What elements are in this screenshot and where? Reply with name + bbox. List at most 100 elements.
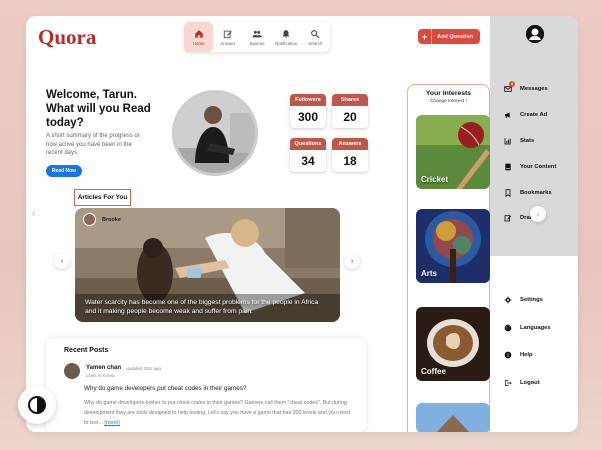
- sidebar-label: Bookmarks: [520, 190, 552, 196]
- account-icon[interactable]: [526, 25, 544, 43]
- sidebar-item-help[interactable]: Help: [504, 351, 533, 359]
- quora-logo[interactable]: Quora: [38, 25, 96, 50]
- sidebar-label: Settings: [520, 297, 543, 303]
- sidebar-label: Stats: [520, 138, 535, 144]
- sidebar-item-bookmarks[interactable]: Bookmarks: [504, 189, 552, 197]
- sidebar-label: Your Content: [520, 164, 557, 170]
- article-text: Water scarcity has become one of the big…: [85, 299, 319, 315]
- nav-label: Answer: [220, 40, 236, 46]
- nav-label: Notification: [275, 40, 298, 46]
- recent-posts-card: Recent Posts Yamen chan updated 20m ago …: [46, 338, 366, 432]
- edit-icon: [504, 215, 511, 222]
- stat-label: Questions: [290, 138, 326, 150]
- nav-answer[interactable]: Answer: [213, 22, 242, 52]
- mail-icon: 4: [504, 81, 520, 93]
- sidebar-item-logout[interactable]: Logout: [504, 379, 540, 387]
- article-card[interactable]: Brooke Water scarcity has become one of …: [75, 208, 340, 322]
- stat-followers[interactable]: Followers 300: [290, 94, 326, 128]
- interest-label: Coffee: [421, 367, 446, 376]
- interest-image: [416, 403, 490, 432]
- stat-questions[interactable]: Questions 34: [290, 138, 326, 172]
- book-icon: [505, 163, 511, 171]
- nav-notification[interactable]: Notification: [272, 22, 301, 52]
- nav-home[interactable]: Home: [184, 22, 214, 52]
- plus-icon: +: [418, 29, 432, 44]
- nav-label: Spaces: [249, 40, 265, 46]
- people-icon: [252, 30, 262, 37]
- stat-label: Answers: [332, 138, 368, 150]
- stat-label: Followers: [290, 94, 326, 106]
- search-icon: [311, 29, 320, 38]
- stat-value: 20: [343, 110, 357, 124]
- app-window: Quora Home Answer Spaces Notification Se…: [26, 16, 578, 432]
- interest-label: Cricket: [421, 175, 449, 184]
- post-body-text: Why do game developers bother to put che…: [84, 400, 351, 426]
- change-interest-link[interactable]: Change Interest ›: [408, 99, 489, 104]
- sidebar-label: Messages: [520, 86, 548, 92]
- add-question-label: Add Question: [437, 33, 474, 40]
- info-icon: [504, 351, 512, 359]
- nav-spaces[interactable]: Spaces: [242, 22, 271, 52]
- interest-cricket[interactable]: Cricket: [416, 115, 490, 189]
- top-nav: Home Answer Spaces Notification Search: [184, 22, 330, 52]
- theme-toggle-button[interactable]: [18, 386, 56, 424]
- interest-label: Arts: [421, 269, 438, 278]
- logout-icon: [505, 380, 512, 386]
- author-name: Brooke: [102, 216, 121, 223]
- sidebar-item-languages[interactable]: Languages: [504, 324, 551, 332]
- nav-search[interactable]: Search: [301, 22, 330, 52]
- stat-answers[interactable]: Answers 18: [332, 138, 368, 172]
- post-question[interactable]: Why do game developers put cheat codes i…: [84, 385, 246, 392]
- post-author[interactable]: Yamen chan: [86, 365, 121, 371]
- nav-label: Home: [192, 40, 205, 46]
- sidebar-item-messages[interactable]: 4 Messages: [504, 81, 548, 93]
- avatar[interactable]: [64, 363, 80, 379]
- welcome-heading: Welcome, Tarun. What will you Read today…: [46, 89, 151, 129]
- sidebar: 4 Messages Create Ad Stats Your Content …: [490, 16, 578, 432]
- carousel-next-button[interactable]: ›: [344, 253, 360, 269]
- carousel-prev-button[interactable]: ‹: [54, 253, 70, 269]
- home-icon: [194, 29, 203, 38]
- profile-photo: [172, 90, 258, 176]
- post-body: Why do game developers bother to put che…: [84, 398, 354, 428]
- interest-coffee[interactable]: Coffee: [416, 307, 490, 381]
- avatar: [83, 213, 96, 226]
- articles-heading: Articles For You: [74, 189, 131, 206]
- change-interest-label: Change Interest: [429, 99, 465, 104]
- sidebar-label: Languages: [520, 325, 551, 331]
- sidebar-next-button[interactable]: ›: [530, 206, 546, 222]
- interest-arts[interactable]: Arts: [416, 209, 490, 283]
- interest-card-partial[interactable]: [416, 403, 490, 432]
- sidebar-item-your-content[interactable]: Your Content: [504, 163, 556, 171]
- stat-label: Shares: [332, 94, 368, 106]
- interests-heading: Your Interests: [425, 90, 472, 97]
- gear-icon: [504, 296, 512, 304]
- message-badge: 4: [509, 81, 515, 87]
- add-question-button[interactable]: + Add Question: [418, 29, 480, 44]
- contrast-icon: [28, 396, 46, 414]
- stat-value: 34: [301, 154, 315, 168]
- stat-value: 18: [343, 154, 357, 168]
- more-link[interactable]: (more): [104, 420, 120, 426]
- sidebar-label: Create Ad: [520, 112, 548, 118]
- sidebar-item-settings[interactable]: Settings: [504, 296, 543, 304]
- sidebar-label: Help: [520, 352, 533, 358]
- chevron-right-icon: ›: [465, 99, 468, 104]
- sidebar-label: Logout: [520, 380, 540, 386]
- sidebar-item-stats[interactable]: Stats: [504, 137, 534, 145]
- stat-shares[interactable]: Shares 20: [332, 94, 368, 128]
- article-author[interactable]: Brooke: [83, 213, 121, 226]
- globe-icon: [504, 324, 512, 332]
- chevron-left-icon[interactable]: ‹: [32, 208, 35, 219]
- post-updated: updated 20m ago: [126, 366, 162, 371]
- stat-value: 300: [297, 110, 319, 124]
- bar-chart-icon: [504, 138, 511, 145]
- sidebar-item-create-ad[interactable]: Create Ad: [504, 111, 547, 119]
- welcome-summary: A short summary of the progress or how a…: [46, 133, 140, 156]
- read-now-button[interactable]: Read Now: [46, 165, 82, 177]
- post-location: Lives in Korea: [86, 373, 115, 378]
- nav-label: Search: [308, 40, 323, 46]
- bookmark-icon: [505, 189, 511, 197]
- edit-icon: [223, 30, 232, 38]
- megaphone-icon: [505, 112, 510, 118]
